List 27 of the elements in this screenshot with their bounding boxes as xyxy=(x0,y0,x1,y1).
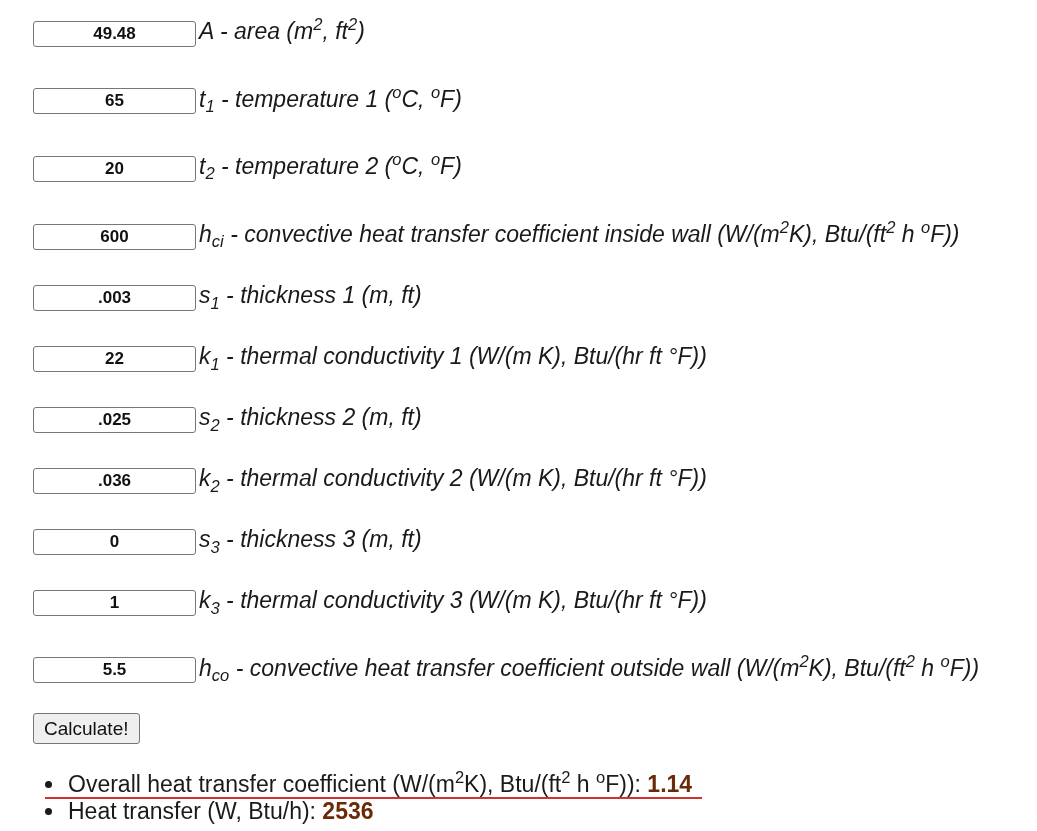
input-field[interactable]: 65 xyxy=(33,88,196,115)
bullet-icon xyxy=(45,780,52,788)
input-field[interactable]: 22 xyxy=(33,345,196,372)
calculate-button[interactable]: Calculate! xyxy=(33,713,140,745)
field-label: h$_{co}$ - convective heat transfer coefficient outside wall (W/(m$^{2}$K), Btu/(ft$^{2}$ h $^{o}$F)) xyxy=(199,650,980,682)
result-text: Overall heat transfer coefficient (W/(m$^{2}$K), Btu/(ft$^{2}$ h $^{o}$F)): 1.14 xyxy=(68,771,693,798)
input-field[interactable]: .003 xyxy=(33,284,196,311)
field-label: h$_{ci}$ - convective heat transfer coefficient inside wall (W/(m$^{2}$K), Btu/(ft$^{2}$ h $^{o}$F)) xyxy=(199,216,960,248)
field-label: t$_{2}$ - temperature 2 ($^{o}$C, $^{o}$F) xyxy=(199,149,462,180)
field-label: k$_{3}$ - thermal conductivity 3 (W/(m K), Btu/(hr ft °F)) xyxy=(199,586,707,614)
bullet-icon xyxy=(45,807,52,815)
field-label: s$_{3}$ - thickness 3 (m, ft) xyxy=(199,525,422,553)
input-field[interactable]: 5.5 xyxy=(33,657,196,684)
input-field[interactable]: 0 xyxy=(33,528,196,555)
field-label: s$_{1}$ - thickness 1 (m, ft) xyxy=(199,281,422,309)
input-field[interactable]: 600 xyxy=(33,223,196,250)
field-label: k$_{1}$ - thermal conductivity 1 (W/(m K), Btu/(hr ft °F)) xyxy=(199,342,707,370)
input-field[interactable]: .025 xyxy=(33,406,196,433)
result-text: Heat transfer (W, Btu/h): 2536 xyxy=(68,798,374,825)
input-field[interactable]: 20 xyxy=(33,155,196,182)
field-label: A - area (m$^{2}$, ft$^{2}$) xyxy=(199,14,365,45)
field-label: k$_{2}$ - thermal conductivity 2 (W/(m K), Btu/(hr ft °F)) xyxy=(199,464,707,492)
field-label: t$_{1}$ - temperature 1 ($^{o}$C, $^{o}$F) xyxy=(199,81,462,113)
input-field[interactable]: 49.48 xyxy=(33,20,196,47)
field-label: s$_{2}$ - thickness 2 (m, ft) xyxy=(199,403,422,431)
input-field[interactable]: .036 xyxy=(33,467,196,494)
input-field[interactable]: 1 xyxy=(33,589,196,616)
